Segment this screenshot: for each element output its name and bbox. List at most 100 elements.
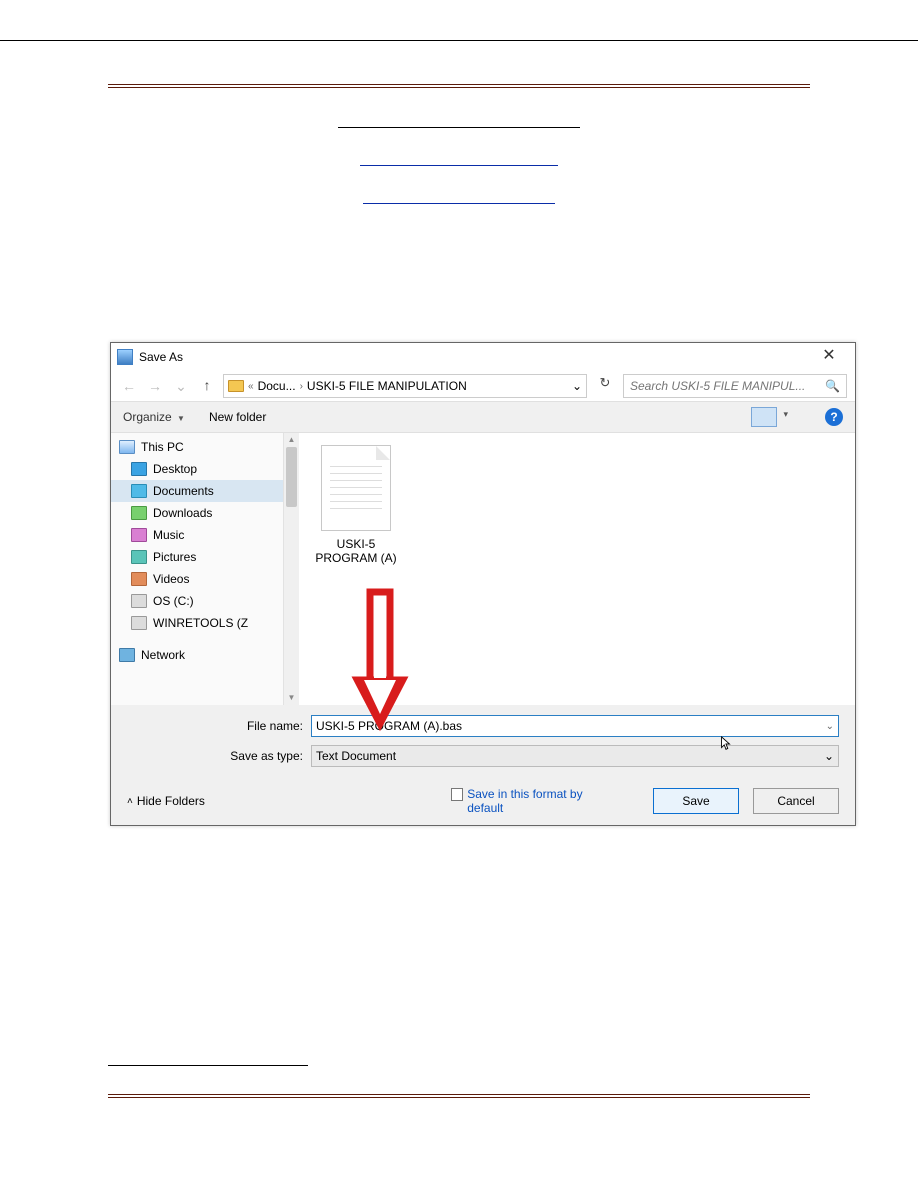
pic-icon bbox=[131, 550, 147, 564]
tree-item-label: Documents bbox=[153, 484, 214, 498]
tree-item-pictures[interactable]: Pictures bbox=[111, 546, 283, 568]
save-button[interactable]: Save bbox=[653, 788, 739, 814]
help-icon: ? bbox=[830, 410, 837, 424]
pc-icon bbox=[119, 440, 135, 454]
breadcrumb-prefix: « bbox=[248, 381, 254, 392]
tree-item-label: Pictures bbox=[153, 550, 196, 564]
tree-item-music[interactable]: Music bbox=[111, 524, 283, 546]
desktop-icon bbox=[131, 462, 147, 476]
refresh-button[interactable]: ↻ bbox=[593, 375, 617, 397]
chevron-up-icon: ˄ bbox=[127, 796, 133, 807]
file-name-label: USKI-5 PROGRAM (A) bbox=[311, 537, 401, 565]
chevron-down-icon[interactable]: ⌄ bbox=[824, 749, 834, 763]
tree-scrollbar[interactable]: ▲ ▼ bbox=[283, 433, 299, 705]
toolbar: Organize ▼ New folder ? bbox=[111, 401, 855, 433]
file-list[interactable]: USKI-5 PROGRAM (A) bbox=[299, 433, 855, 705]
hide-folders-button[interactable]: ˄ Hide Folders bbox=[127, 794, 205, 808]
default-format-checkbox[interactable]: Save in this format by default bbox=[451, 787, 611, 815]
tree-item-label: Network bbox=[141, 648, 185, 662]
file-item[interactable]: USKI-5 PROGRAM (A) bbox=[311, 445, 401, 565]
tree-item-label: Videos bbox=[153, 572, 189, 586]
tree-item-winretools-z[interactable]: WINRETOOLS (Z bbox=[111, 612, 283, 634]
tree-item-label: OS (C:) bbox=[153, 594, 194, 608]
search-input[interactable] bbox=[630, 379, 821, 393]
view-mode-button[interactable] bbox=[751, 407, 777, 427]
page-rule-top bbox=[108, 84, 810, 88]
filename-value: USKI-5 PROGRAM (A).bas bbox=[316, 719, 462, 733]
arrow-left-icon: ← bbox=[122, 378, 136, 394]
tree-item-label: WINRETOOLS (Z bbox=[153, 616, 248, 630]
breadcrumb-item[interactable]: USKI-5 FILE MANIPULATION bbox=[307, 379, 467, 393]
recent-dropdown[interactable]: ⌄ bbox=[171, 376, 191, 396]
heading-title bbox=[338, 108, 580, 128]
chevron-down-icon: ▼ bbox=[177, 414, 185, 423]
arrow-up-icon: ↑ bbox=[204, 377, 211, 393]
dialog-titlebar[interactable]: Save As ✕ bbox=[111, 343, 855, 371]
drive-icon bbox=[131, 594, 147, 608]
savetype-value: Text Document bbox=[316, 749, 396, 763]
up-button[interactable]: ↑ bbox=[197, 376, 217, 396]
forward-button[interactable]: → bbox=[145, 376, 165, 396]
filename-input[interactable]: USKI-5 PROGRAM (A).bas ⌄ bbox=[311, 715, 839, 737]
dialog-footer: ˄ Hide Folders Save in this format by de… bbox=[111, 777, 855, 825]
page-rule-bottom bbox=[108, 1094, 810, 1098]
page-top-border bbox=[0, 40, 918, 41]
savetype-select[interactable]: Text Document ⌄ bbox=[311, 745, 839, 767]
scroll-thumb[interactable] bbox=[286, 447, 297, 507]
tree-item-desktop[interactable]: Desktop bbox=[111, 458, 283, 480]
tree-item-this-pc[interactable]: This PC bbox=[111, 436, 283, 458]
close-icon: ✕ bbox=[822, 347, 835, 364]
tree-item-label: Downloads bbox=[153, 506, 212, 520]
breadcrumb-item[interactable]: Docu... bbox=[258, 379, 296, 393]
drive-icon bbox=[131, 616, 147, 630]
dialog-body: This PC Desktop Documents Downloads Music Pic… bbox=[111, 433, 855, 705]
address-bar[interactable]: « Docu... › USKI-5 FILE MANIPULATION ⌄ bbox=[223, 374, 587, 398]
tree-item-videos[interactable]: Videos bbox=[111, 568, 283, 590]
refresh-icon: ↻ bbox=[600, 375, 611, 390]
close-button[interactable]: ✕ bbox=[809, 344, 849, 370]
address-dropdown-icon[interactable]: ⌄ bbox=[572, 379, 582, 393]
nav-tree[interactable]: This PC Desktop Documents Downloads Music Pic… bbox=[111, 433, 283, 705]
heading-area bbox=[108, 108, 810, 228]
heading-link-2[interactable] bbox=[363, 184, 554, 204]
search-field[interactable]: 🔍 bbox=[623, 374, 847, 398]
docs-hl-icon bbox=[131, 484, 147, 498]
organize-label: Organize bbox=[123, 410, 172, 424]
tree-item-network[interactable]: Network bbox=[111, 644, 283, 666]
tree-item-label: Music bbox=[153, 528, 184, 542]
heading-link-1[interactable] bbox=[360, 146, 559, 166]
nav-bar: ← → ⌄ ↑ « Docu... › USKI-5 FILE MANIPULA… bbox=[111, 371, 855, 401]
scroll-up-icon[interactable]: ▲ bbox=[284, 433, 299, 447]
save-as-dialog: Save As ✕ ← → ⌄ ↑ « Docu... › USKI-5 FIL… bbox=[110, 342, 856, 826]
tree-item-label: Desktop bbox=[153, 462, 197, 476]
chevron-right-icon: › bbox=[300, 381, 303, 392]
filename-label: File name: bbox=[111, 719, 311, 733]
help-button[interactable]: ? bbox=[825, 408, 843, 426]
chevron-down-icon: ⌄ bbox=[175, 378, 187, 394]
section-rule bbox=[108, 1050, 308, 1066]
chevron-down-icon[interactable]: ⌄ bbox=[826, 721, 834, 732]
net-icon bbox=[119, 648, 135, 662]
savetype-label: Save as type: bbox=[111, 749, 311, 763]
tree-item-os-c-[interactable]: OS (C:) bbox=[111, 590, 283, 612]
dialog-app-icon bbox=[117, 349, 133, 365]
scroll-down-icon[interactable]: ▼ bbox=[284, 691, 299, 705]
default-format-label: Save in this format by default bbox=[467, 787, 611, 815]
vid-icon bbox=[131, 572, 147, 586]
organize-menu[interactable]: Organize ▼ bbox=[123, 410, 185, 424]
tree-item-label: This PC bbox=[141, 440, 184, 454]
new-folder-button[interactable]: New folder bbox=[209, 410, 266, 424]
tree-item-documents[interactable]: Documents bbox=[111, 480, 283, 502]
tree-item-downloads[interactable]: Downloads bbox=[111, 502, 283, 524]
dialog-title: Save As bbox=[139, 350, 809, 364]
hide-folders-label: Hide Folders bbox=[137, 794, 205, 808]
fields-area: File name: USKI-5 PROGRAM (A).bas ⌄ Save… bbox=[111, 705, 855, 777]
checkbox-icon[interactable] bbox=[451, 788, 463, 801]
document-icon bbox=[321, 445, 391, 531]
music-icon bbox=[131, 528, 147, 542]
back-button[interactable]: ← bbox=[119, 376, 139, 396]
cancel-button[interactable]: Cancel bbox=[753, 788, 839, 814]
search-icon: 🔍 bbox=[825, 379, 840, 393]
dl-icon bbox=[131, 506, 147, 520]
arrow-right-icon: → bbox=[148, 378, 162, 394]
